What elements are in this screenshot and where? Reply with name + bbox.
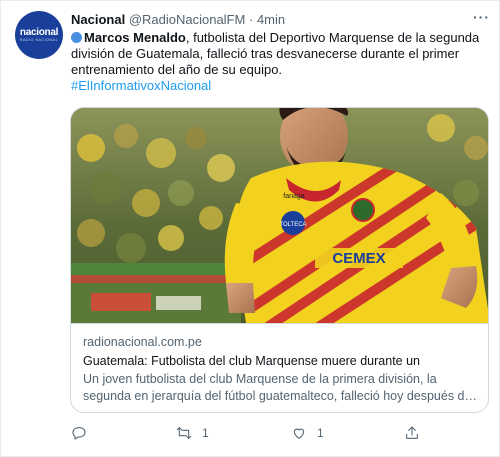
shirt-sponsor-tolteca: TOLTECA — [279, 222, 306, 228]
tweet-actions: 1 1 — [1, 421, 500, 451]
card-description-line-2: segunda en jerarquía del fútbol guatemal… — [83, 389, 478, 403]
reply-icon — [72, 427, 86, 440]
separator: · — [248, 12, 254, 27]
blue-circle-emoji-icon — [71, 32, 82, 43]
share-icon — [406, 426, 418, 439]
shirt-brand: fanaga — [283, 193, 305, 200]
more-options-icon[interactable]: ··· — [473, 9, 490, 25]
card-domain: radionacional.com.pe — [83, 335, 202, 349]
avatar-brand-text: nacional — [19, 26, 59, 38]
card-meta[interactable]: radionacional.com.pe Guatemala: Futbolis… — [71, 323, 488, 412]
card-description: Un joven futbolista del club Marquense d… — [83, 371, 478, 405]
shirt-sponsor-cemex: CEMEX — [332, 250, 385, 267]
card-title: Guatemala: Futbolista del club Marquense… — [83, 354, 420, 368]
share-button[interactable] — [404, 425, 420, 441]
tweet-text: Marcos Menaldo, futbolista del Deportivo… — [71, 30, 489, 94]
handle[interactable]: @RadioNacionalFM — [129, 12, 246, 27]
tweet-header: Nacional @RadioNacionalFM · 4min — [71, 12, 285, 28]
news-photo: TOLTECA CEMEX fanaga — [71, 108, 488, 323]
tweet-article[interactable]: nacional RADIO NACIONAL Nacional @RadioN… — [0, 0, 500, 457]
retweet-button[interactable]: 1 — [176, 425, 209, 441]
like-button[interactable]: 1 — [291, 425, 324, 441]
avatar[interactable]: nacional RADIO NACIONAL — [15, 11, 63, 59]
card-description-line-1: Un joven futbolista del club Marquense d… — [83, 372, 437, 386]
like-icon — [293, 428, 305, 439]
reply-button[interactable] — [71, 425, 97, 441]
link-card[interactable]: TOLTECA CEMEX fanaga radionacional.com.p… — [70, 107, 489, 413]
display-name[interactable]: Nacional — [71, 12, 125, 27]
retweet-count: 1 — [202, 426, 209, 440]
like-count: 1 — [317, 426, 324, 440]
card-image[interactable]: TOLTECA CEMEX fanaga — [71, 108, 488, 323]
timestamp[interactable]: 4min — [257, 12, 285, 27]
retweet-icon — [176, 427, 192, 439]
hashtag-link[interactable]: #ElInformativoxNacional — [71, 78, 489, 94]
tweet-mention: Marcos Menaldo — [84, 30, 186, 45]
avatar-brand-subtext: RADIO NACIONAL — [19, 37, 59, 42]
